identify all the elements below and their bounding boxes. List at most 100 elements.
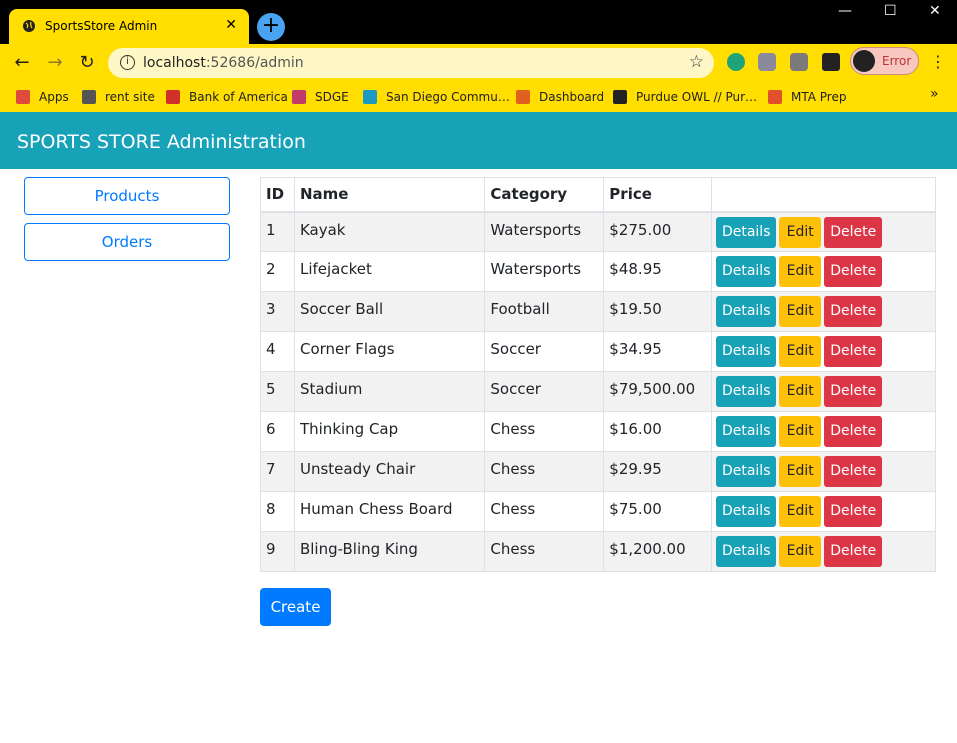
products-button[interactable]: Products [24,177,230,215]
bookmark-label: SDGE [315,90,349,104]
create-button[interactable]: Create [260,588,331,626]
details-button[interactable]: Details [716,336,777,367]
bookmark-apps[interactable]: Apps [16,87,69,107]
delete-button[interactable]: Delete [824,536,883,567]
edit-button[interactable]: Edit [779,536,822,567]
details-button[interactable]: Details [716,296,777,327]
bookmark-star-icon[interactable]: ☆ [689,52,704,72]
cell-price: $275.00 [603,211,713,252]
details-button[interactable]: Details [716,256,777,287]
site-info-icon[interactable]: i [120,55,135,70]
delete-button[interactable]: Delete [824,256,883,287]
cell-price: $79,500.00 [603,371,713,412]
cell-category: Football [484,291,605,332]
delete-button[interactable]: Delete [824,336,883,367]
edit-button[interactable]: Edit [779,256,822,287]
community-favicon-icon [363,90,377,104]
cell-price: $29.95 [603,451,713,492]
column-header-id: ID [260,177,295,213]
details-button[interactable]: Details [716,536,777,567]
bookmark-label: San Diego Commu… [386,90,510,104]
purdue-favicon-icon [613,90,627,104]
delete-button[interactable]: Delete [824,376,883,407]
cell-id: 9 [260,531,295,572]
bookmark-rent-site[interactable]: rent site [82,87,155,107]
reload-icon[interactable]: ↻ [76,52,98,74]
edit-button[interactable]: Edit [779,496,822,527]
table-row: 5 Stadium Soccer $79,500.00 Details Edit Delet… [260,371,936,412]
cell-category: Chess [484,491,605,532]
cell-category: Soccer [484,371,605,412]
bookmark-label: rent site [105,90,155,104]
bookmark-mta-prep[interactable]: MTA Prep [768,87,846,107]
table-row: 3 Soccer Ball Football $19.50 Details Edit Del… [260,291,936,332]
details-button[interactable]: Details [716,376,777,407]
table-row: 8 Human Chess Board Chess $75.00 Details Edit… [260,491,936,532]
browser-tab[interactable]: SportsStore Admin ✕ [9,9,249,44]
address-url[interactable]: localhost:52686/admin [143,55,304,71]
edit-button[interactable]: Edit [779,416,822,447]
cell-id: 6 [260,411,295,452]
bookmarks-bar: Apps rent site Bank of America SDGE San … [0,82,957,112]
minimize-icon[interactable]: — [838,3,852,19]
delete-button[interactable]: Delete [824,296,883,327]
details-button[interactable]: Details [716,416,777,447]
table-row: 9 Bling-Bling King Chess $1,200.00 Details Ed… [260,531,936,572]
table-row: 7 Unsteady Chair Chess $29.95 Details Edit Del… [260,451,936,492]
delete-button[interactable]: Delete [824,216,883,248]
delete-button[interactable]: Delete [824,496,883,527]
bookmark-san-diego-community[interactable]: San Diego Commu… [363,87,510,107]
details-button[interactable]: Details [716,456,777,487]
edit-button[interactable]: Edit [779,296,822,327]
cell-id: 3 [260,291,295,332]
maximize-icon[interactable]: ☐ [884,3,897,19]
cell-price: $75.00 [603,491,713,532]
cell-actions: Details Edit Delete [711,251,936,292]
bank-favicon-icon [166,90,180,104]
cell-actions: Details Edit Delete [711,451,936,492]
address-bar[interactable]: i localhost:52686/admin ☆ [108,48,714,78]
cell-id: 7 [260,451,295,492]
edit-button[interactable]: Edit [779,456,822,487]
cell-id: 1 [260,211,295,252]
bookmark-purdue-owl[interactable]: Purdue OWL // Pur… [613,87,757,107]
delete-button[interactable]: Delete [824,456,883,487]
details-button[interactable]: Details [716,216,777,248]
edit-button[interactable]: Edit [779,216,822,248]
cell-category: Chess [484,531,605,572]
delete-button[interactable]: Delete [824,416,883,447]
details-button[interactable]: Details [716,496,777,527]
url-host: localhost [143,55,206,71]
cell-price: $16.00 [603,411,713,452]
cell-name: Human Chess Board [293,491,486,532]
bookmark-sdge[interactable]: SDGE [292,87,349,107]
table-row: 1 Kayak Watersports $275.00 Details Edit Delet… [260,211,936,252]
close-tab-icon[interactable]: ✕ [225,17,237,33]
edit-button[interactable]: Edit [779,376,822,407]
orders-button[interactable]: Orders [24,223,230,261]
profile-button[interactable]: Error [850,47,919,75]
vpn-extension-icon[interactable] [727,53,745,71]
products-table: ID Name Category Price 1 Kayak Watersports… [260,177,936,572]
forward-arrow-icon[interactable]: → [44,52,66,74]
help-extension-icon[interactable] [758,53,776,71]
new-tab-button[interactable]: + [257,13,285,41]
bag-extension-icon[interactable] [790,53,808,71]
table-row: 4 Corner Flags Soccer $34.95 Details Edit Dele… [260,331,936,372]
column-header-price: Price [603,177,713,213]
cell-id: 5 [260,371,295,412]
window-close-icon[interactable]: ✕ [929,3,941,19]
bookmark-bank-of-america[interactable]: Bank of America [166,87,288,107]
more-bookmarks-icon[interactable]: » [930,86,939,102]
cell-category: Soccer [484,331,605,372]
cell-name: Corner Flags [293,331,486,372]
browser-menu-icon[interactable]: ⋮ [930,52,946,71]
puzzle-extensions-icon[interactable] [822,53,840,71]
avatar [853,50,875,72]
bookmark-dashboard[interactable]: Dashboard [516,87,604,107]
bookmark-label: Dashboard [539,90,605,104]
back-arrow-icon[interactable]: ← [11,52,33,74]
page-title: SPORTS STORE Administration [17,131,306,153]
edit-button[interactable]: Edit [779,336,822,367]
bookmark-label: Apps [39,90,69,104]
